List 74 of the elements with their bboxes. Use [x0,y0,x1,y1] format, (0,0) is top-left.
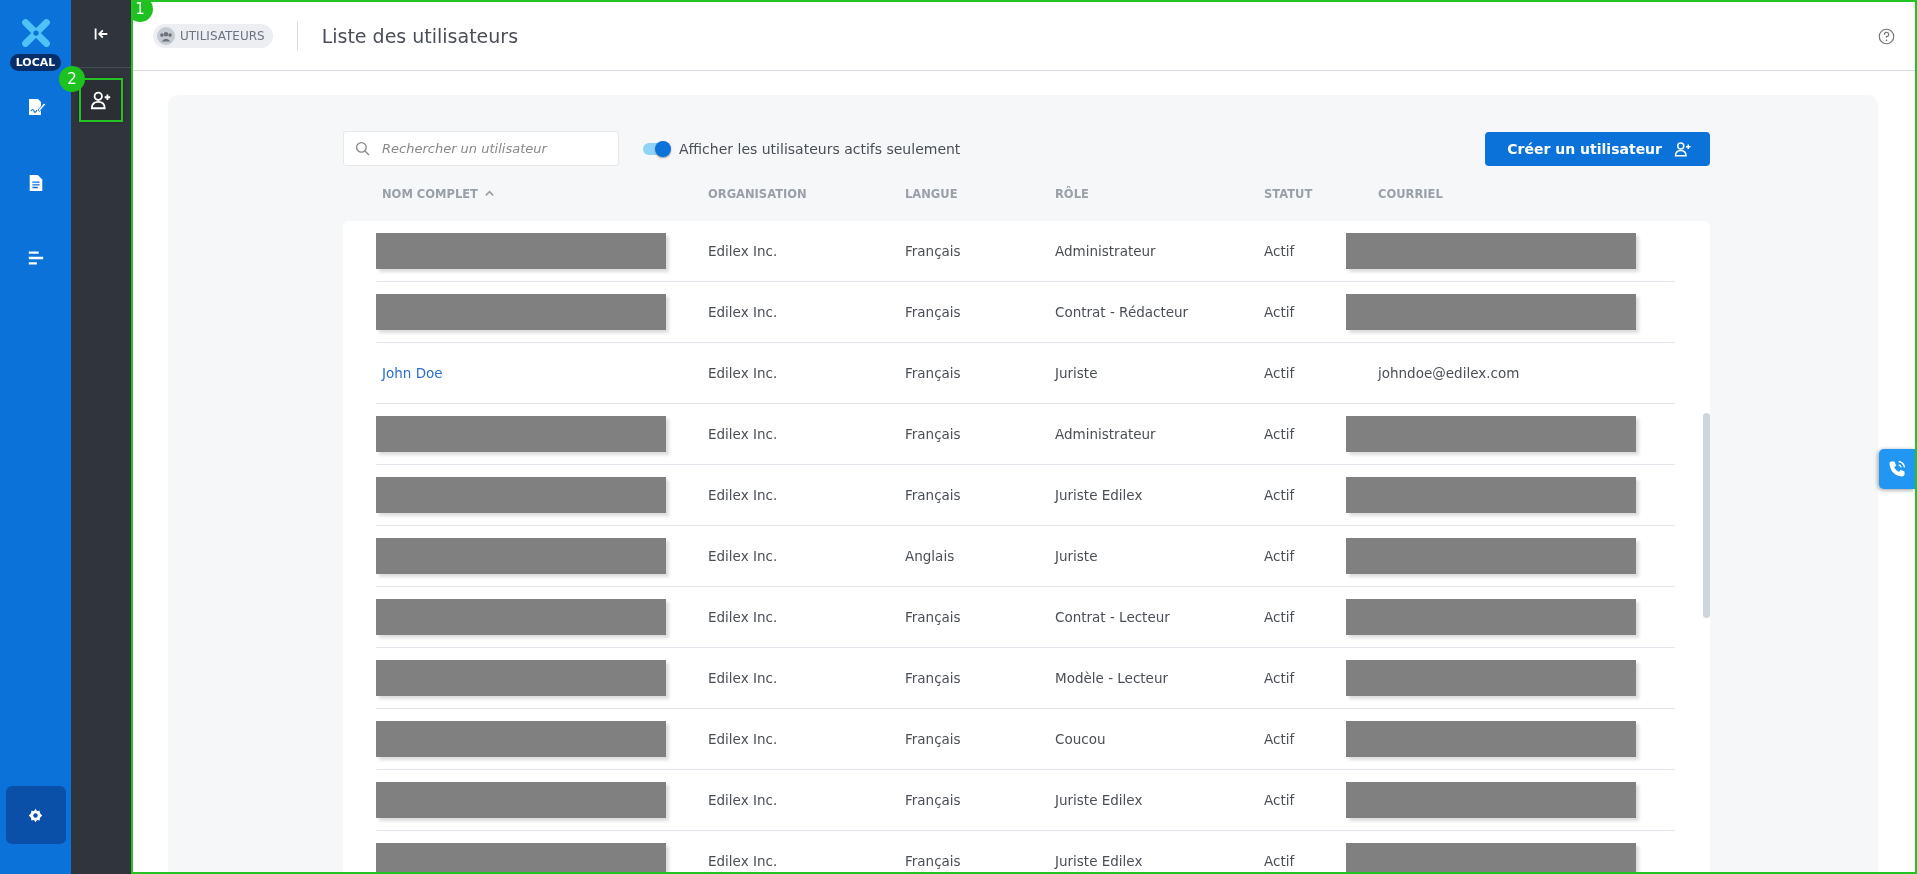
table-cell-text: Français [905,853,962,869]
table-cell-text: Edilex Inc. [708,487,779,503]
table-cell-text: johndoe@edilex.com [1376,365,1521,381]
table-cell-text: Actif [1264,365,1296,381]
table-cell-text: Français [905,670,962,686]
callout-marker: 1 [133,2,153,22]
table-cell-text: Français [905,243,962,259]
table-cell-text: Actif [1264,609,1296,625]
table-cell-text: Edilex Inc. [708,731,779,747]
environment-badge: LOCAL [9,54,62,71]
logo-icon[interactable] [20,18,51,48]
table-cell-text: Edilex Inc. [708,670,779,686]
table-cell-text: Actif [1264,426,1296,442]
table-cell-text: Administrateur [1055,243,1157,259]
table-cell-text: Actif [1264,243,1296,259]
table-cell-text: Français [905,426,962,442]
table-cell-text: Edilex Inc. [708,304,779,320]
phone-icon [1887,459,1907,479]
column-header[interactable]: RÔLE [1055,186,1264,201]
table-cell-text: Juriste [1055,365,1099,381]
table-cell-text: Français [905,487,962,503]
table-cell-text: Edilex Inc. [708,853,779,869]
column-header[interactable]: NOM COMPLET [376,186,708,201]
table-cell-text: Edilex Inc. [708,365,779,381]
section-chip: UTILISATEURS [153,24,273,48]
settings-button[interactable] [5,786,66,844]
sort-ascending-icon [483,188,495,199]
table-cell-text: Français [905,792,962,808]
table-cell-text: Edilex Inc. [708,609,779,625]
table-cell-text: Français [905,365,962,381]
table-cell-text: Contrat - Rédacteur [1055,304,1190,320]
table-cell-text: Edilex Inc. [708,792,779,808]
page-title: Liste des utilisateurs [321,25,519,47]
create-user-button[interactable]: Créer un utilisateur [1485,131,1710,166]
table-cell-text: Juriste Edilex [1055,853,1144,869]
table-cell-text: Edilex Inc. [708,243,779,259]
toggle-switch[interactable] [643,142,669,155]
table-cell-text: Juriste Edilex [1055,487,1144,503]
user-name-link[interactable]: John Doe [376,365,708,381]
column-header[interactable]: ORGANISATION [708,186,905,201]
table-cell-text: Coucou [1055,731,1107,747]
phone-button[interactable] [1879,449,1915,489]
table-cell-text: Actif [1264,304,1296,320]
table-cell-text: Actif [1264,670,1296,686]
table-cell-text: Contrat - Lecteur [1055,609,1171,625]
table-cell-text: Français [905,609,962,625]
table-cell-text: Actif [1264,853,1296,869]
table-cell-text: Juriste [1055,548,1099,564]
table-cell-text: Français [905,304,962,320]
add-user-button[interactable] [81,80,121,120]
add-user-icon [90,89,112,111]
toggle-label: Afficher les utilisateurs actifs seulement [679,140,961,157]
table-cell-text: Juriste Edilex [1055,792,1144,808]
column-header[interactable]: COURRIEL [1346,186,1675,201]
add-user-icon [1674,139,1692,158]
table-cell-text: Edilex Inc. [708,426,779,442]
column-header[interactable]: LANGUE [905,186,1055,201]
users-icon [157,27,175,45]
table-cell-text: Français [905,731,962,747]
table-cell-text: Modèle - Lecteur [1055,670,1169,686]
settings-icon [28,807,43,823]
table-cell-text: Actif [1264,487,1296,503]
help-icon[interactable] [1878,27,1895,45]
table-cell-text: Actif [1264,548,1296,564]
table-cell-text: Administrateur [1055,426,1157,442]
table-cell-text: Actif [1264,792,1296,808]
list-icon[interactable] [26,249,45,267]
scrollbar-thumb[interactable] [1703,413,1710,618]
search-field[interactable]: Rechercher un utilisateur [343,131,619,166]
table-cell-text: Anglais [905,548,956,564]
table-cell-text: Actif [1264,731,1296,747]
table-cell-text: Edilex Inc. [708,548,779,564]
search-icon [355,141,371,157]
column-header[interactable]: STATUT [1264,186,1346,201]
